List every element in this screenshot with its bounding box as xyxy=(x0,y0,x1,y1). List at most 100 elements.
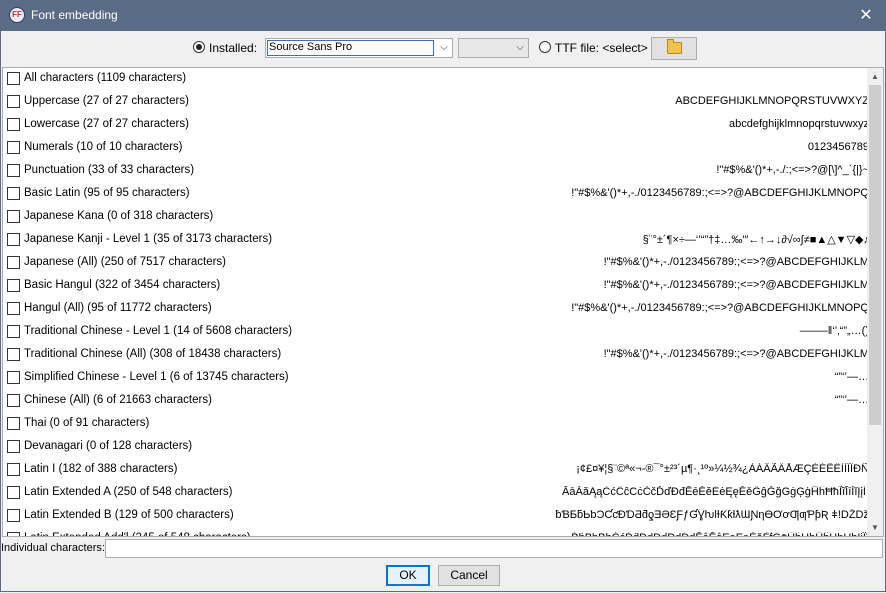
list-item[interactable]: Traditional Chinese (All) (308 of 18438 … xyxy=(3,344,869,367)
list-item[interactable]: Latin Extended Add'l (245 of 548 charact… xyxy=(3,528,869,536)
font-select[interactable]: Source Sans Pro ⌵ xyxy=(265,38,453,58)
list-item-sample: –—―‖‘’‚“”„…() xyxy=(539,325,869,337)
sample-text: !"#$%&'()*+,-./0123456789:;<=>?@ABCDEFGH… xyxy=(603,279,869,291)
list-item[interactable]: All characters (1109 characters) xyxy=(3,68,869,91)
list-item-sample: ABCDEFGHIJKLMNOPQRSTUVWXYZ xyxy=(539,95,869,107)
sample-text: ABCDEFGHIJKLMNOPQRSTUVWXYZ xyxy=(675,95,869,107)
list-item[interactable]: Japanese Kana (0 of 318 characters) xyxy=(3,206,869,229)
checkbox[interactable] xyxy=(7,417,20,430)
scroll-down-icon[interactable]: ▼ xyxy=(867,519,883,536)
checkbox[interactable] xyxy=(7,72,20,85)
list-item-sample: ƀƁƂƃƄƅƆƇƈƉƊƋƌƍƎƏƐƑƒƓƔƕƖƗƘƙƚƛƜƝƞƟƠơƢƣƤƥƦ … xyxy=(539,509,869,521)
list-item[interactable]: Punctuation (33 of 33 characters) !"#$%&'… xyxy=(3,160,869,183)
checkbox[interactable] xyxy=(7,279,20,292)
list-item-label: Thai (0 of 91 characters) xyxy=(24,417,150,429)
checkbox[interactable] xyxy=(7,210,20,223)
sample-text: abcdefghijklmnopqrstuvwxyz xyxy=(728,118,869,130)
checkbox[interactable] xyxy=(7,233,20,246)
list-item[interactable]: Japanese Kanji - Level 1 (35 of 3173 cha… xyxy=(3,229,869,252)
sample-text: §¨°±´¶×÷—‘’“”†‡…‰′″←↑→↓∂√∞∫≠■▲△▼▽◆♪ xyxy=(642,234,869,246)
list-item-label: Basic Latin (95 of 95 characters) xyxy=(24,187,190,199)
app-icon: FF xyxy=(9,7,25,23)
list-item-label: Punctuation (33 of 33 characters) xyxy=(24,164,195,176)
checkbox[interactable] xyxy=(7,371,20,384)
checkbox[interactable] xyxy=(7,95,20,108)
cancel-button[interactable]: Cancel xyxy=(438,565,500,586)
list-item[interactable]: Lowercase (27 of 27 characters) abcdefghi… xyxy=(3,114,869,137)
list-item-sample: !"#$%&'()*+,-./0123456789:;<=>?@ABCDEFGH… xyxy=(539,302,869,314)
checkbox[interactable] xyxy=(7,118,20,131)
list-item-label: Traditional Chinese (All) (308 of 18438 … xyxy=(24,348,282,360)
scroll-up-icon[interactable]: ▲ xyxy=(867,68,883,85)
character-set-list[interactable]: All characters (1109 characters) Uppercas… xyxy=(2,67,884,537)
close-icon[interactable]: ✕ xyxy=(846,0,886,31)
sample-text: ¡¢£¤¥¦§¨©ª«¬-®¯°±²³´µ¶·¸¹º»¼½¾¿ÀÁÂÃÄÅÆÇÈ… xyxy=(576,463,869,475)
scroll-thumb[interactable] xyxy=(869,85,881,425)
sample-text: !"#$%&'()*+,-./0123456789:;<=>?@ABCDEFGH… xyxy=(571,302,869,314)
list-item[interactable]: Numerals (10 of 10 characters) 0123456789 xyxy=(3,137,869,160)
list-item[interactable]: Thai (0 of 91 characters) xyxy=(3,413,869,436)
sample-text: !"#$%&'()*+,-./0123456789:;<=>?@ABCDEFGH… xyxy=(603,348,869,360)
sample-text: !"#$%&'()*+,-./0123456789:;<=>?@ABCDEFGH… xyxy=(603,256,869,268)
checkbox[interactable] xyxy=(7,532,20,536)
list-item-label: Latin Extended Add'l (245 of 548 charact… xyxy=(24,532,251,536)
checkbox[interactable] xyxy=(7,141,20,154)
individual-characters-input[interactable] xyxy=(105,539,883,558)
sample-text: –—―‖‘’‚“”„…() xyxy=(799,325,869,337)
installed-label: Installed: xyxy=(209,41,258,55)
checkbox[interactable] xyxy=(7,440,20,453)
list-item-label: All characters (1109 characters) xyxy=(24,72,187,84)
list-item-label: Latin I (182 of 388 characters) xyxy=(24,463,178,475)
list-item-label: Traditional Chinese - Level 1 (14 of 560… xyxy=(24,325,293,337)
checkbox[interactable] xyxy=(7,348,20,361)
individual-characters-label: Individual characters: xyxy=(1,542,105,554)
list-item-label: Japanese (All) (250 of 7517 characters) xyxy=(24,256,226,268)
list-item[interactable]: Chinese (All) (6 of 21663 characters) “”‘… xyxy=(3,390,869,413)
vertical-scrollbar[interactable]: ▲ ▼ xyxy=(867,68,883,536)
list-item-label: Basic Hangul (322 of 3454 characters) xyxy=(24,279,221,291)
individual-characters-row: Individual characters: xyxy=(1,539,885,561)
list-item[interactable]: Japanese (All) (250 of 7517 characters)!… xyxy=(3,252,869,275)
list-item[interactable]: Basic Latin (95 of 95 characters) !"#$%&'… xyxy=(3,183,869,206)
style-select[interactable]: ⌵ xyxy=(458,38,529,58)
ok-button[interactable]: OK xyxy=(386,565,430,586)
installed-radio[interactable] xyxy=(193,41,205,53)
list-item-sample: !"#$%&'()*+,-./0123456789:;<=>?@ABCDEFGH… xyxy=(539,348,869,360)
checkbox[interactable] xyxy=(7,463,20,476)
sample-text: !"#$%&'()*+,-./:;<=>?@[\]^_`{|}~ xyxy=(716,164,869,176)
browse-ttf-button[interactable] xyxy=(651,37,697,60)
list-item[interactable]: Devanagari (0 of 128 characters) xyxy=(3,436,869,459)
list-item[interactable]: Traditional Chinese - Level 1 (14 of 560… xyxy=(3,321,869,344)
list-item-sample: 0123456789 xyxy=(539,141,869,153)
list-item[interactable]: Basic Hangul (322 of 3454 characters) !"#… xyxy=(3,275,869,298)
list-item[interactable]: Latin I (182 of 388 characters) ¡¢£¤¥¦§¨©… xyxy=(3,459,869,482)
list-item[interactable]: Simplified Chinese - Level 1 (6 of 13745… xyxy=(3,367,869,390)
checkbox[interactable] xyxy=(7,164,20,177)
checkbox[interactable] xyxy=(7,486,20,499)
checkbox[interactable] xyxy=(7,325,20,338)
sample-text: “”‘’—… xyxy=(834,394,869,406)
dialog-body: Installed: Source Sans Pro ⌵ ⌵ TTF file:… xyxy=(0,31,886,592)
ttf-radio[interactable] xyxy=(539,41,551,53)
list-item[interactable]: Hangul (All) (95 of 11772 characters) !"#… xyxy=(3,298,869,321)
list-item-sample: ḂḃḄḅḆḇḈḉḊḋḌḍḎḏḐḑḒḓḔḕḖḗḘḙḚḛḜḝḞḟḠḡḢḣḤḥḦḧḨḩ… xyxy=(539,532,869,536)
folder-open-icon xyxy=(667,39,682,54)
list-item[interactable]: Uppercase (27 of 27 characters) ABCDEFGHI… xyxy=(3,91,869,114)
checkbox[interactable] xyxy=(7,509,20,522)
list-item[interactable]: Latin Extended B (129 of 500 characters)… xyxy=(3,505,869,528)
sample-text: !"#$%&'()*+,-./0123456789:;<=>?@ABCDEFGH… xyxy=(571,187,869,199)
list-item-label: Numerals (10 of 10 characters) xyxy=(24,141,183,153)
sample-text: ḂḃḄḅḆḇḈḉḊḋḌḍḎḏḐḑḒḓḔḕḖḗḘḙḚḛḜḝḞḟḠḡḢḣḤḥḦḧḨḩ… xyxy=(571,532,869,536)
list-item[interactable]: Latin Extended A (250 of 548 characters)… xyxy=(3,482,869,505)
chevron-down-icon: ⌵ xyxy=(516,42,524,53)
list-item-label: Simplified Chinese - Level 1 (6 of 13745… xyxy=(24,371,289,383)
list-item-label: Japanese Kana (0 of 318 characters) xyxy=(24,210,214,222)
list-item-sample: !"#$%&'()*+,-./0123456789:;<=>?@ABCDEFGH… xyxy=(539,279,869,291)
checkbox[interactable] xyxy=(7,302,20,315)
sample-text: ƀƁƂƃƄƅƆƇƈƉƊƋƌƍƎƏƐƑƒƓƔƕƖƗƘƙƚƛƜƝƞƟƠơƢƣƤƥƦ … xyxy=(555,509,869,521)
list-item-label: Hangul (All) (95 of 11772 characters) xyxy=(24,302,212,314)
checkbox[interactable] xyxy=(7,256,20,269)
checkbox[interactable] xyxy=(7,394,20,407)
checkbox[interactable] xyxy=(7,187,20,200)
list-item-sample: ĀāĂăĄąĆćĈĉĊċČčĎďĐđĒēĔĕĖėĘęĚěĜĝĞğĠġĢģĤĥĦħ… xyxy=(539,486,869,498)
